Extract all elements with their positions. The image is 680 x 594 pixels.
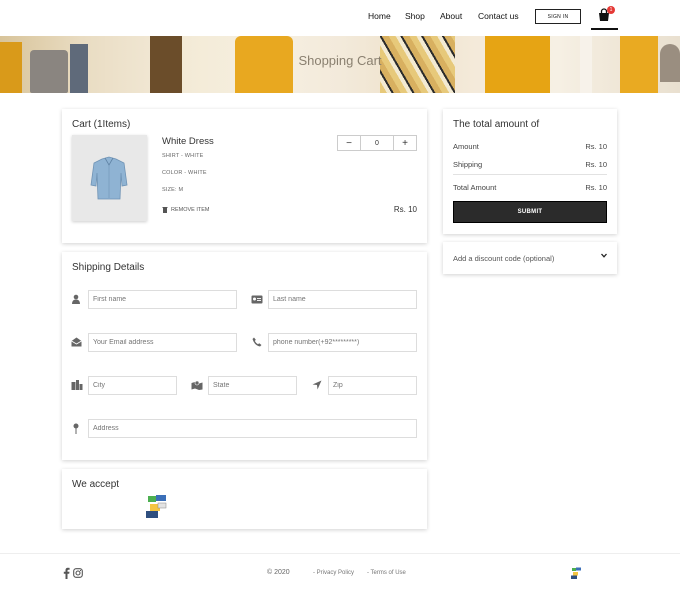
top-nav: Home Shop About Contact us SIGN IN 1 bbox=[0, 0, 680, 34]
amount-row: Amount Rs. 10 bbox=[453, 142, 607, 151]
shipping-title: Shipping Details bbox=[72, 262, 145, 273]
shipping-value: Rs. 10 bbox=[585, 160, 607, 169]
instagram-icon[interactable] bbox=[72, 567, 84, 579]
id-card-icon bbox=[251, 293, 263, 305]
discount-code-toggle[interactable]: Add a discount code (optional) bbox=[443, 242, 617, 274]
product-price: Rs. 10 bbox=[393, 205, 417, 214]
shirt-image bbox=[90, 156, 128, 200]
quantity-value[interactable]: 0 bbox=[360, 136, 394, 150]
we-accept-title: We accept bbox=[72, 479, 120, 490]
order-total-card: The total amount of Amount Rs. 10 Shippi… bbox=[443, 109, 617, 234]
total-title: The total amount of bbox=[453, 119, 540, 130]
nav-about[interactable]: About bbox=[440, 11, 462, 21]
total-amount-label: Total Amount bbox=[453, 183, 497, 192]
terms-of-use-link[interactable]: - Terms of Use bbox=[367, 570, 406, 576]
total-amount-row: Total Amount Rs. 10 bbox=[453, 183, 607, 192]
quantity-stepper: − 0 + bbox=[337, 135, 417, 151]
zip-field[interactable] bbox=[328, 376, 417, 395]
trash-icon bbox=[162, 207, 168, 213]
last-name-field[interactable] bbox=[268, 290, 417, 309]
product-color: COLOR - WHITE bbox=[162, 170, 207, 176]
increase-quantity-button[interactable]: + bbox=[394, 136, 416, 150]
first-name-field[interactable] bbox=[88, 290, 237, 309]
phone-icon bbox=[251, 336, 263, 348]
copyright-text: © 2020 bbox=[267, 569, 290, 576]
cart-count-badge: 1 bbox=[607, 6, 615, 14]
payment-methods-card: We accept bbox=[62, 469, 427, 529]
state-field[interactable] bbox=[208, 376, 297, 395]
sign-in-button[interactable]: SIGN IN bbox=[535, 9, 581, 24]
privacy-policy-link[interactable]: - Privacy Policy bbox=[313, 570, 354, 576]
total-amount-value: Rs. 10 bbox=[585, 183, 607, 192]
envelope-open-icon bbox=[70, 336, 82, 348]
total-divider bbox=[453, 174, 607, 175]
nav-home[interactable]: Home bbox=[368, 11, 391, 21]
remove-item-button[interactable]: REMOVE ITEM bbox=[162, 206, 210, 213]
payment-methods-footer-icon bbox=[571, 567, 581, 579]
discount-code-label: Add a discount code (optional) bbox=[453, 254, 555, 263]
product-type: SHIRT - WHITE bbox=[162, 153, 204, 159]
user-icon bbox=[70, 293, 82, 305]
product-image bbox=[72, 135, 147, 221]
submit-button[interactable]: SUBMIT bbox=[453, 201, 607, 223]
map-pin-icon bbox=[70, 422, 82, 434]
amount-label: Amount bbox=[453, 142, 479, 151]
city-field[interactable] bbox=[88, 376, 177, 395]
location-arrow-icon bbox=[311, 379, 323, 391]
payment-methods-icon bbox=[146, 495, 167, 518]
product-name: White Dress bbox=[162, 136, 214, 147]
nav-contact-us[interactable]: Contact us bbox=[478, 11, 519, 21]
city-buildings-icon bbox=[71, 379, 83, 391]
nav-shop[interactable]: Shop bbox=[405, 11, 425, 21]
page-title: Shopping Cart bbox=[298, 53, 382, 68]
cart-card: Cart (1Items) White Dress SHIRT - WHITE … bbox=[62, 109, 427, 243]
active-underline bbox=[591, 28, 618, 30]
map-marked-icon bbox=[191, 379, 203, 391]
amount-value: Rs. 10 bbox=[585, 142, 607, 151]
shipping-label: Shipping bbox=[453, 160, 483, 169]
hero-banner: Shopping Cart bbox=[0, 36, 680, 93]
hero-jeans-image bbox=[70, 44, 88, 93]
footer-divider bbox=[0, 553, 680, 554]
phone-field[interactable] bbox=[268, 333, 417, 352]
email-field[interactable] bbox=[88, 333, 237, 352]
shipping-row: Shipping Rs. 10 bbox=[453, 160, 607, 169]
shipping-card: Shipping Details bbox=[62, 252, 427, 460]
remove-item-label: REMOVE ITEM bbox=[171, 206, 210, 213]
decrease-quantity-button[interactable]: − bbox=[338, 136, 360, 150]
cart-button[interactable]: 1 bbox=[597, 6, 615, 24]
address-field[interactable] bbox=[88, 419, 417, 438]
chevron-down-icon bbox=[601, 253, 607, 260]
product-size: SIZE: M bbox=[162, 187, 184, 193]
cart-title: Cart (1Items) bbox=[72, 119, 131, 130]
facebook-icon[interactable] bbox=[60, 567, 72, 579]
